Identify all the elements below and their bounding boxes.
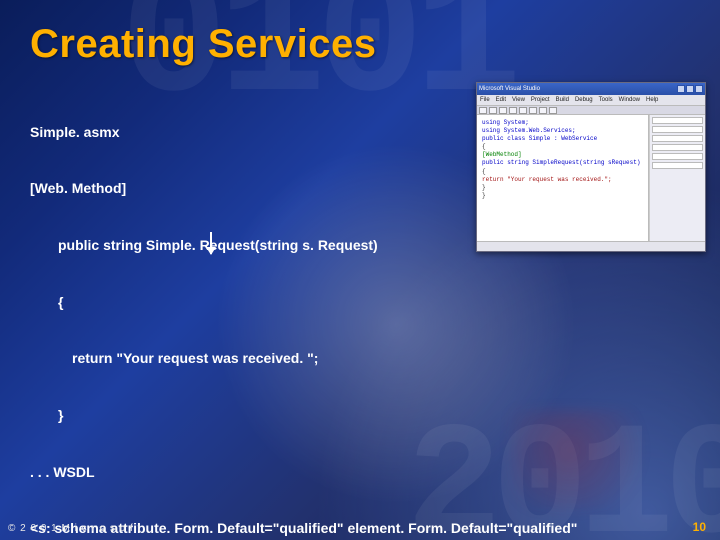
editor-line: { [482,168,643,176]
minimize-icon [677,85,685,93]
ide-statusbar [477,241,705,251]
ide-menubar: File Edit View Project Build Debug Tools… [477,95,705,105]
ide-titlebar: Microsoft Visual Studio [477,83,705,95]
ide-side-panel [649,115,705,241]
ide-screenshot: Microsoft Visual Studio File Edit View P… [476,82,706,252]
editor-line: using System.Web.Services; [482,127,643,135]
ide-body: using System; using System.Web.Services;… [477,115,705,241]
ide-editor: using System; using System.Web.Services;… [477,115,649,241]
maximize-icon [686,85,694,93]
panel-row [652,135,703,142]
editor-line: { [482,143,643,151]
editor-line: public class Simple : WebService [482,135,643,143]
panel-row [652,126,703,133]
slide: Creating Services Simple. asmx [Web. Met… [0,0,720,540]
toolbar-button-icon [489,107,497,114]
ide-title: Microsoft Visual Studio [479,86,540,92]
panel-row [652,153,703,160]
toolbar-button-icon [529,107,537,114]
copyright: © 2 0 0 1 M i c r o s o f t [8,523,141,534]
code-line: return "Your request was received. "; [30,349,690,368]
page-number: 10 [693,520,706,534]
toolbar-button-icon [479,107,487,114]
panel-row [652,144,703,151]
panel-row [652,117,703,124]
editor-line: } [482,192,643,200]
arrow-down-icon [210,232,212,254]
toolbar-button-icon [519,107,527,114]
window-buttons [677,85,703,93]
menu-item: File [480,97,490,103]
menu-item: View [512,97,525,103]
menu-item: Help [646,97,658,103]
editor-line: using System; [482,119,643,127]
editor-line: public string SimpleRequest(string sRequ… [482,159,643,167]
toolbar-button-icon [499,107,507,114]
code-line: . . . WSDL [30,463,690,482]
menu-item: Tools [599,97,613,103]
menu-item: Debug [575,97,593,103]
code-line: { [30,293,690,312]
toolbar-button-icon [509,107,517,114]
footer: © 2 0 0 1 M i c r o s o f t 10 [0,520,720,534]
menu-item: Project [531,97,550,103]
code-line: } [30,406,690,425]
toolbar-button-icon [549,107,557,114]
menu-item: Edit [496,97,506,103]
menu-item: Build [556,97,569,103]
panel-row [652,162,703,169]
editor-line: [WebMethod] [482,151,643,159]
ide-toolbar [477,105,705,115]
menu-item: Window [619,97,640,103]
slide-title: Creating Services [30,22,690,67]
close-icon [695,85,703,93]
toolbar-button-icon [539,107,547,114]
editor-line: return "Your request was received."; [482,176,643,184]
editor-line: } [482,184,643,192]
